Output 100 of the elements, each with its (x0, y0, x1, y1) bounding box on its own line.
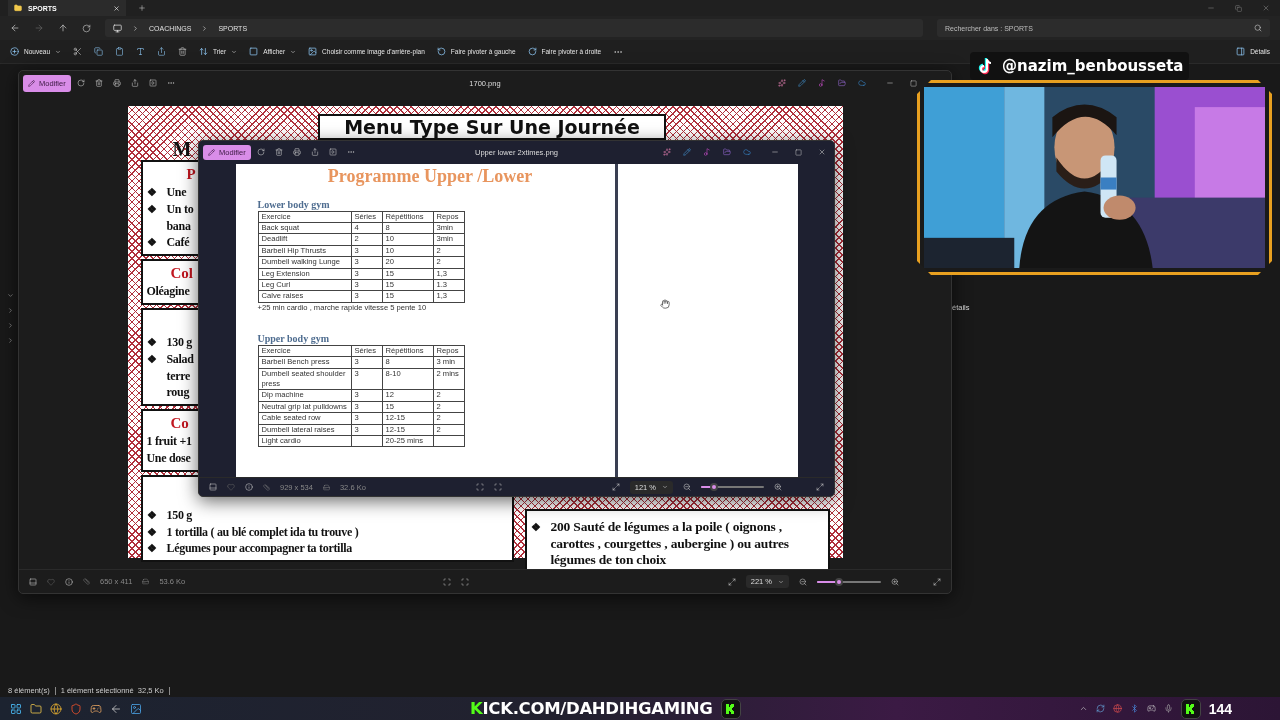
maximize-icon[interactable] (910, 79, 917, 87)
menu-line: Une (166, 184, 187, 201)
pencil-icon (208, 148, 215, 156)
close-icon[interactable] (818, 148, 826, 156)
music-icon[interactable] (703, 148, 711, 156)
photos-icon[interactable] (130, 702, 142, 715)
sparkle-icon[interactable] (778, 79, 786, 87)
command-icon (199, 47, 209, 56)
zoom-in-icon[interactable] (891, 577, 899, 586)
info-icon[interactable] (65, 577, 73, 586)
info-icon[interactable] (245, 483, 253, 491)
print-icon[interactable] (292, 148, 301, 156)
bullet-icon: ❖ (146, 350, 167, 368)
pencil-icon (28, 79, 35, 87)
tiktok-handle: @nazim_benbousseta (1002, 57, 1184, 75)
pencil-icon[interactable] (683, 148, 691, 156)
back-icon[interactable] (10, 23, 20, 33)
section-heading: Lower body gym (257, 197, 330, 211)
scan-icon[interactable] (475, 483, 484, 491)
folder-icon[interactable] (30, 702, 42, 715)
sparkle-icon[interactable] (663, 148, 671, 156)
bullet-icon: ❖ (146, 234, 167, 252)
folder-icon[interactable] (838, 79, 846, 87)
share-icon[interactable] (157, 47, 167, 56)
ruler-icon (83, 578, 90, 585)
zoom-in-icon[interactable] (774, 483, 782, 491)
zoom-slider[interactable] (817, 580, 881, 583)
microphone-icon[interactable] (1163, 704, 1173, 713)
caret-icon (55, 48, 62, 55)
bullet-icon: ❖ (146, 523, 167, 541)
globe-icon[interactable] (1112, 704, 1122, 713)
more-icon[interactable] (346, 148, 355, 156)
stream-url: KICK.COM/DAHDIHGAMING (470, 699, 713, 718)
card-heading: Col (170, 264, 193, 284)
fullscreen-icon[interactable] (933, 577, 941, 586)
menu-line: 150 g (166, 506, 192, 524)
rename-icon[interactable] (136, 47, 146, 56)
scan-icon[interactable] (493, 483, 502, 491)
scan-icon[interactable] (461, 577, 470, 586)
print-icon[interactable] (112, 79, 121, 87)
menu-line: Légumes pour accompagner ta tortilla (166, 540, 352, 558)
panel-icon (1236, 47, 1246, 56)
bullet-icon: ❖ (146, 184, 167, 201)
refresh-icon[interactable] (82, 23, 91, 33)
more-icon[interactable] (166, 79, 175, 87)
cut-icon[interactable] (73, 47, 83, 56)
delete-icon[interactable] (274, 148, 283, 156)
delete-icon[interactable] (178, 47, 188, 56)
rotate-icon[interactable] (76, 79, 85, 87)
gamepad-icon[interactable] (90, 702, 102, 715)
menu-line: Un to (166, 200, 194, 218)
copy-icon[interactable] (94, 47, 104, 56)
cloud-icon[interactable] (858, 79, 866, 87)
rotate-icon[interactable] (256, 148, 265, 156)
fit-icon[interactable] (727, 577, 736, 586)
slideshow-icon[interactable] (328, 148, 337, 156)
slideshow-icon[interactable] (148, 79, 157, 87)
pencil-icon[interactable] (798, 79, 806, 87)
zoom-out-icon[interactable] (799, 577, 807, 586)
fullscreen-icon[interactable] (816, 483, 824, 491)
share-icon[interactable] (130, 79, 139, 87)
music-icon[interactable] (818, 79, 826, 87)
document-title: Programme Upper /Lower (327, 165, 533, 186)
controller-icon[interactable] (1146, 704, 1156, 713)
bluetooth-icon[interactable] (1129, 704, 1139, 713)
up-icon[interactable] (58, 23, 68, 33)
minimize-icon[interactable] (771, 148, 779, 156)
menu-line: roug (166, 384, 190, 402)
viewer-count: 144 (1208, 700, 1232, 717)
restore-icon[interactable] (1235, 4, 1242, 12)
new-tab-icon[interactable] (138, 4, 146, 12)
sync-icon[interactable] (1095, 704, 1105, 713)
share-icon[interactable] (310, 148, 319, 156)
scan-icon[interactable] (443, 577, 452, 586)
folder-icon[interactable] (723, 148, 731, 156)
cloud-icon[interactable] (743, 148, 751, 156)
section-heading: Upper body gym (257, 331, 329, 345)
menu-title: Menu Type Sur Une Journée (318, 114, 666, 140)
bullet-icon: ❖ (146, 334, 167, 351)
browser-icon[interactable] (50, 702, 62, 715)
start-icon[interactable] (10, 702, 22, 715)
fit-icon[interactable] (611, 483, 620, 491)
menu-line: Salad (166, 350, 194, 368)
command-icon (10, 47, 19, 56)
ruler-icon (263, 483, 270, 491)
drive-icon (142, 578, 150, 585)
slider-thumb[interactable] (835, 577, 844, 586)
menu-line: 1 tortilla ( au blé complet ida tu trouve ) (166, 523, 359, 541)
caret-icon (778, 578, 784, 585)
minimize-icon[interactable] (886, 79, 894, 87)
filmstrip-icon[interactable] (29, 577, 37, 586)
menu-line: Oléagine (146, 283, 190, 300)
filmstrip-icon[interactable] (209, 483, 217, 491)
zoom-out-icon[interactable] (683, 483, 691, 491)
paste-icon[interactable] (115, 47, 125, 56)
delete-icon[interactable] (94, 79, 103, 87)
slider-thumb[interactable] (709, 483, 718, 491)
shield-icon[interactable] (70, 702, 82, 715)
command-icon (436, 47, 446, 56)
maximize-icon[interactable] (795, 148, 802, 156)
